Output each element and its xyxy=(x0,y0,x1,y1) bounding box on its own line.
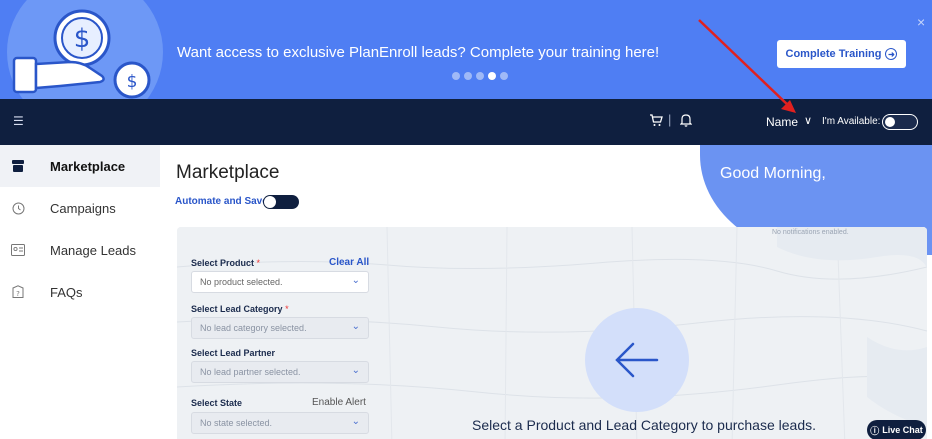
menu-collapse-icon[interactable]: ☰ xyxy=(13,114,24,128)
chevron-down-icon[interactable]: ∨ xyxy=(804,114,812,127)
money-hand-illustration: $ $ xyxy=(7,0,163,99)
carousel-dot[interactable] xyxy=(464,72,472,80)
clear-all-link[interactable]: Clear All xyxy=(329,257,369,268)
main-content: Good Morning, Marketplace Automate and S… xyxy=(160,145,932,439)
carousel-dot[interactable] xyxy=(452,72,460,80)
required-marker: * xyxy=(285,304,289,314)
faq-icon: ? xyxy=(11,285,25,299)
state-select-value: No state selected. xyxy=(200,418,273,428)
sidebar-item-faqs[interactable]: ? FAQs xyxy=(0,271,160,313)
carousel-dot-active[interactable] xyxy=(488,72,496,80)
close-icon[interactable]: × xyxy=(917,14,925,30)
nav-separator: | xyxy=(668,112,672,127)
chevron-down-icon: ⌄ xyxy=(351,321,360,332)
sidebar-item-label: FAQs xyxy=(50,284,83,300)
notifications-status: No notifications enabled. xyxy=(772,229,849,236)
sidebar-item-manage-leads[interactable]: Manage Leads xyxy=(0,229,160,271)
svg-text:$: $ xyxy=(127,72,138,92)
cart-icon[interactable] xyxy=(649,113,663,127)
sidebar: Marketplace Campaigns Manage Leads ? FAQ… xyxy=(0,145,160,439)
chevron-down-icon: ⌄ xyxy=(351,275,360,286)
help-circle-icon: ⓘ xyxy=(870,425,880,436)
selection-prompt: Select a Product and Lead Category to pu… xyxy=(472,417,816,433)
live-chat-button[interactable]: ⓘ Live Chat xyxy=(867,420,926,439)
user-name[interactable]: Name xyxy=(766,115,798,129)
lead-category-label-text: Select Lead Category xyxy=(191,304,283,314)
clock-icon xyxy=(11,201,25,215)
sidebar-item-marketplace[interactable]: Marketplace xyxy=(0,145,160,187)
greeting-text: Good Morning, xyxy=(720,165,826,182)
training-banner: $ $ Want access to exclusive PlanEnroll … xyxy=(0,0,932,99)
carousel-indicator xyxy=(452,72,508,80)
product-label: Select Product * xyxy=(191,258,260,268)
chevron-down-icon: ⌄ xyxy=(351,365,360,376)
live-chat-label: Live Chat xyxy=(882,425,923,435)
bell-icon[interactable] xyxy=(680,113,692,127)
arrow-right-circle-icon: ➜ xyxy=(885,48,898,60)
product-select[interactable]: No product selected. ⌄ xyxy=(191,271,369,293)
carousel-dot[interactable] xyxy=(476,72,484,80)
complete-training-button[interactable]: Complete Training ➜ xyxy=(777,40,906,68)
lead-partner-label: Select Lead Partner xyxy=(191,348,276,358)
availability-label: I'm Available: xyxy=(822,116,881,127)
state-label: Select State xyxy=(191,398,243,408)
page-title: Marketplace xyxy=(176,162,280,183)
sidebar-item-label: Marketplace xyxy=(50,158,126,174)
svg-text:$: $ xyxy=(74,24,91,54)
top-navigation: ☰ | Name ∨ I'm Available: xyxy=(0,99,932,145)
sidebar-item-label: Manage Leads xyxy=(50,242,137,258)
chevron-down-icon: ⌄ xyxy=(351,416,360,427)
required-marker: * xyxy=(256,258,261,268)
store-icon xyxy=(11,159,25,173)
svg-text:?: ? xyxy=(16,290,20,298)
automate-toggle[interactable] xyxy=(263,195,299,209)
automate-label: Automate and Save: xyxy=(175,196,272,207)
lead-category-select[interactable]: No lead category selected. ⌄ xyxy=(191,317,369,339)
toggle-knob xyxy=(264,196,276,208)
lead-category-label: Select Lead Category * xyxy=(191,304,289,314)
complete-training-label: Complete Training xyxy=(785,48,882,60)
product-label-text: Select Product xyxy=(191,258,255,268)
banner-message: Want access to exclusive PlanEnroll lead… xyxy=(177,44,660,61)
state-select[interactable]: No state selected. ⌄ xyxy=(191,412,369,434)
enable-alert-link[interactable]: Enable Alert xyxy=(312,397,366,408)
lead-category-select-value: No lead category selected. xyxy=(200,323,307,333)
carousel-dot[interactable] xyxy=(500,72,508,80)
lead-filter-form: Select Product * Clear All No product se… xyxy=(187,249,373,439)
lead-partner-select[interactable]: No lead partner selected. ⌄ xyxy=(191,361,369,383)
toggle-knob xyxy=(885,117,895,127)
contact-card-icon xyxy=(11,243,25,257)
arrow-left-illustration xyxy=(585,308,689,412)
sidebar-item-label: Campaigns xyxy=(50,200,116,216)
product-select-value: No product selected. xyxy=(200,277,283,287)
lead-partner-select-value: No lead partner selected. xyxy=(200,367,301,377)
arrow-left-icon xyxy=(615,342,659,378)
sidebar-item-campaigns[interactable]: Campaigns xyxy=(0,187,160,229)
availability-toggle[interactable] xyxy=(882,114,918,130)
